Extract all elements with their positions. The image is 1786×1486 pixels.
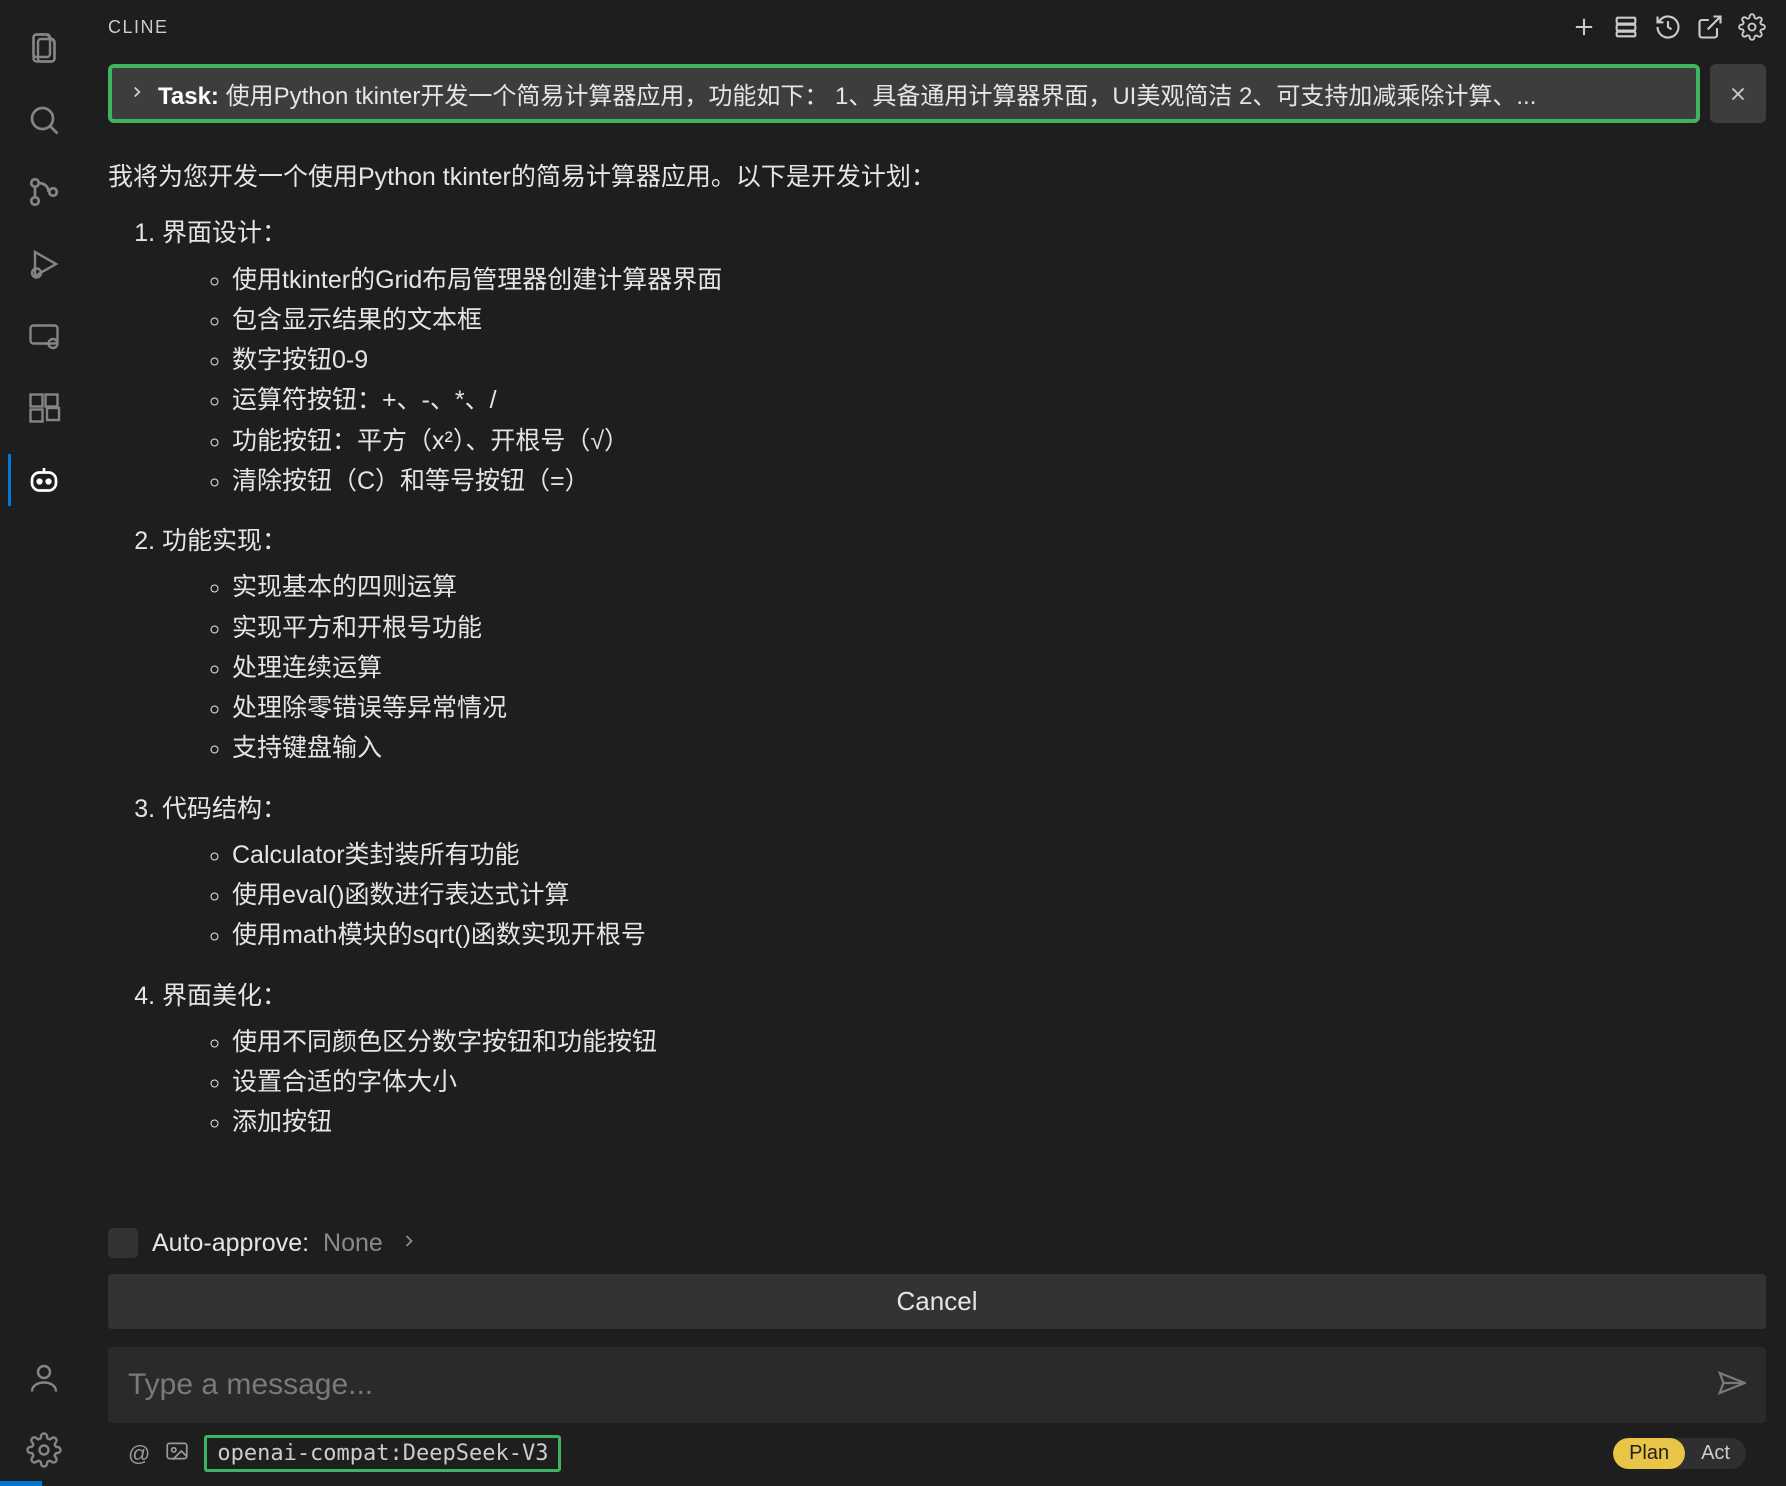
auto-approve-value: None [323, 1229, 383, 1258]
section-item: Calculator类封装所有功能 [232, 837, 1766, 873]
gear-icon[interactable] [1738, 13, 1766, 41]
section-item: 使用eval()函数进行表达式计算 [232, 877, 1766, 913]
cancel-button[interactable]: Cancel [108, 1274, 1766, 1329]
new-task-icon[interactable] [1570, 13, 1598, 41]
chevron-right-icon [128, 80, 146, 108]
act-mode[interactable]: Act [1685, 1438, 1746, 1469]
panel-title: CLINE [108, 17, 169, 38]
mention-icon[interactable]: @ [128, 1441, 150, 1467]
content-area: Task: 使用Python tkinter开发一个简易计算器应用，功能如下： … [88, 54, 1786, 1486]
section-items: 使用tkinter的Grid布局管理器创建计算器界面包含显示结果的文本框数字按钮… [162, 262, 1766, 500]
close-task-button[interactable] [1710, 64, 1766, 123]
section-item: 数字按钮0-9 [232, 342, 1766, 378]
section-item: 实现平方和开根号功能 [232, 610, 1766, 646]
source-control-icon[interactable] [8, 156, 80, 228]
task-text: Task: 使用Python tkinter开发一个简易计算器应用，功能如下： … [158, 76, 1680, 111]
history-icon[interactable] [1654, 13, 1682, 41]
cline-icon[interactable] [8, 444, 80, 516]
send-icon[interactable] [1716, 1368, 1746, 1403]
explorer-icon[interactable] [8, 12, 80, 84]
plan-section: 界面美化： 使用不同颜色区分数字按钮和功能按钮设置合适的字体大小添加按钮 [162, 978, 1766, 1141]
section-item: 添加按钮 [232, 1104, 1766, 1140]
plan-section: 代码结构： Calculator类封装所有功能使用eval()函数进行表达式计算使… [162, 791, 1766, 954]
plan-mode[interactable]: Plan [1613, 1438, 1685, 1469]
section-title: 代码结构： [162, 795, 287, 823]
task-label: Task: [158, 83, 219, 110]
remote-icon[interactable] [8, 300, 80, 372]
section-item: 运算符按钮：+、-、*、/ [232, 382, 1766, 418]
section-items: 实现基本的四则运算实现平方和开根号功能处理连续运算处理除零错误等异常情况支持键盘… [162, 569, 1766, 766]
bottom-accent [0, 1481, 42, 1486]
section-item: 处理除零错误等异常情况 [232, 690, 1766, 726]
main-panel: CLINE Ta [88, 0, 1786, 1486]
model-badge[interactable]: openai-compat:DeepSeek-V3 [204, 1435, 561, 1472]
section-items: Calculator类封装所有功能使用eval()函数进行表达式计算使用math… [162, 837, 1766, 954]
settings-gear-icon[interactable] [8, 1414, 80, 1486]
plan-act-toggle[interactable]: Plan Act [1613, 1438, 1746, 1469]
section-item: 实现基本的四则运算 [232, 569, 1766, 605]
auto-approve-checkbox[interactable] [108, 1228, 138, 1258]
task-box[interactable]: Task: 使用Python tkinter开发一个简易计算器应用，功能如下： … [108, 64, 1700, 123]
message-intro: 我将为您开发一个使用Python tkinter的简易计算器应用。以下是开发计划… [108, 159, 1766, 195]
auto-approve-row[interactable]: Auto-approve: None [108, 1228, 1766, 1258]
accounts-icon[interactable] [8, 1342, 80, 1414]
section-item: 设置合适的字体大小 [232, 1064, 1766, 1100]
section-items: 使用不同颜色区分数字按钮和功能按钮设置合适的字体大小添加按钮 [162, 1024, 1766, 1141]
plan-section: 功能实现： 实现基本的四则运算实现平方和开根号功能处理连续运算处理除零错误等异常情… [162, 523, 1766, 767]
auto-approve-label: Auto-approve: [152, 1229, 309, 1258]
task-description: 使用Python tkinter开发一个简易计算器应用，功能如下： 1、具备通用… [226, 83, 1537, 110]
section-item: 包含显示结果的文本框 [232, 302, 1766, 338]
task-bar: Task: 使用Python tkinter开发一个简易计算器应用，功能如下： … [108, 64, 1766, 123]
search-icon[interactable] [8, 84, 80, 156]
section-item: 使用tkinter的Grid布局管理器创建计算器界面 [232, 262, 1766, 298]
plan-list: 界面设计： 使用tkinter的Grid布局管理器创建计算器界面包含显示结果的文本… [108, 215, 1766, 1140]
footer-row: @ openai-compat:DeepSeek-V3 Plan Act [108, 1427, 1766, 1486]
panel-header: CLINE [88, 0, 1786, 54]
section-item: 清除按钮（C）和等号按钮（=） [232, 463, 1766, 499]
section-item: 使用math模块的sqrt()函数实现开根号 [232, 917, 1766, 953]
server-icon[interactable] [1612, 13, 1640, 41]
section-item: 支持键盘输入 [232, 730, 1766, 766]
section-item: 功能按钮：平方（x²）、开根号（√） [232, 423, 1766, 459]
image-icon[interactable] [164, 1438, 190, 1470]
section-item: 使用不同颜色区分数字按钮和功能按钮 [232, 1024, 1766, 1060]
header-actions [1570, 13, 1766, 41]
run-debug-icon[interactable] [8, 228, 80, 300]
section-title: 界面美化： [162, 982, 287, 1010]
section-item: 处理连续运算 [232, 650, 1766, 686]
message-input-row [108, 1347, 1766, 1423]
assistant-message: 我将为您开发一个使用Python tkinter的简易计算器应用。以下是开发计划… [108, 159, 1766, 1218]
extensions-icon[interactable] [8, 372, 80, 444]
message-input[interactable] [128, 1368, 1716, 1402]
activity-bar [0, 0, 88, 1486]
open-external-icon[interactable] [1696, 13, 1724, 41]
plan-section: 界面设计： 使用tkinter的Grid布局管理器创建计算器界面包含显示结果的文本… [162, 215, 1766, 499]
section-title: 功能实现： [162, 527, 287, 555]
section-title: 界面设计： [162, 219, 287, 247]
chevron-right-icon [399, 1229, 419, 1258]
